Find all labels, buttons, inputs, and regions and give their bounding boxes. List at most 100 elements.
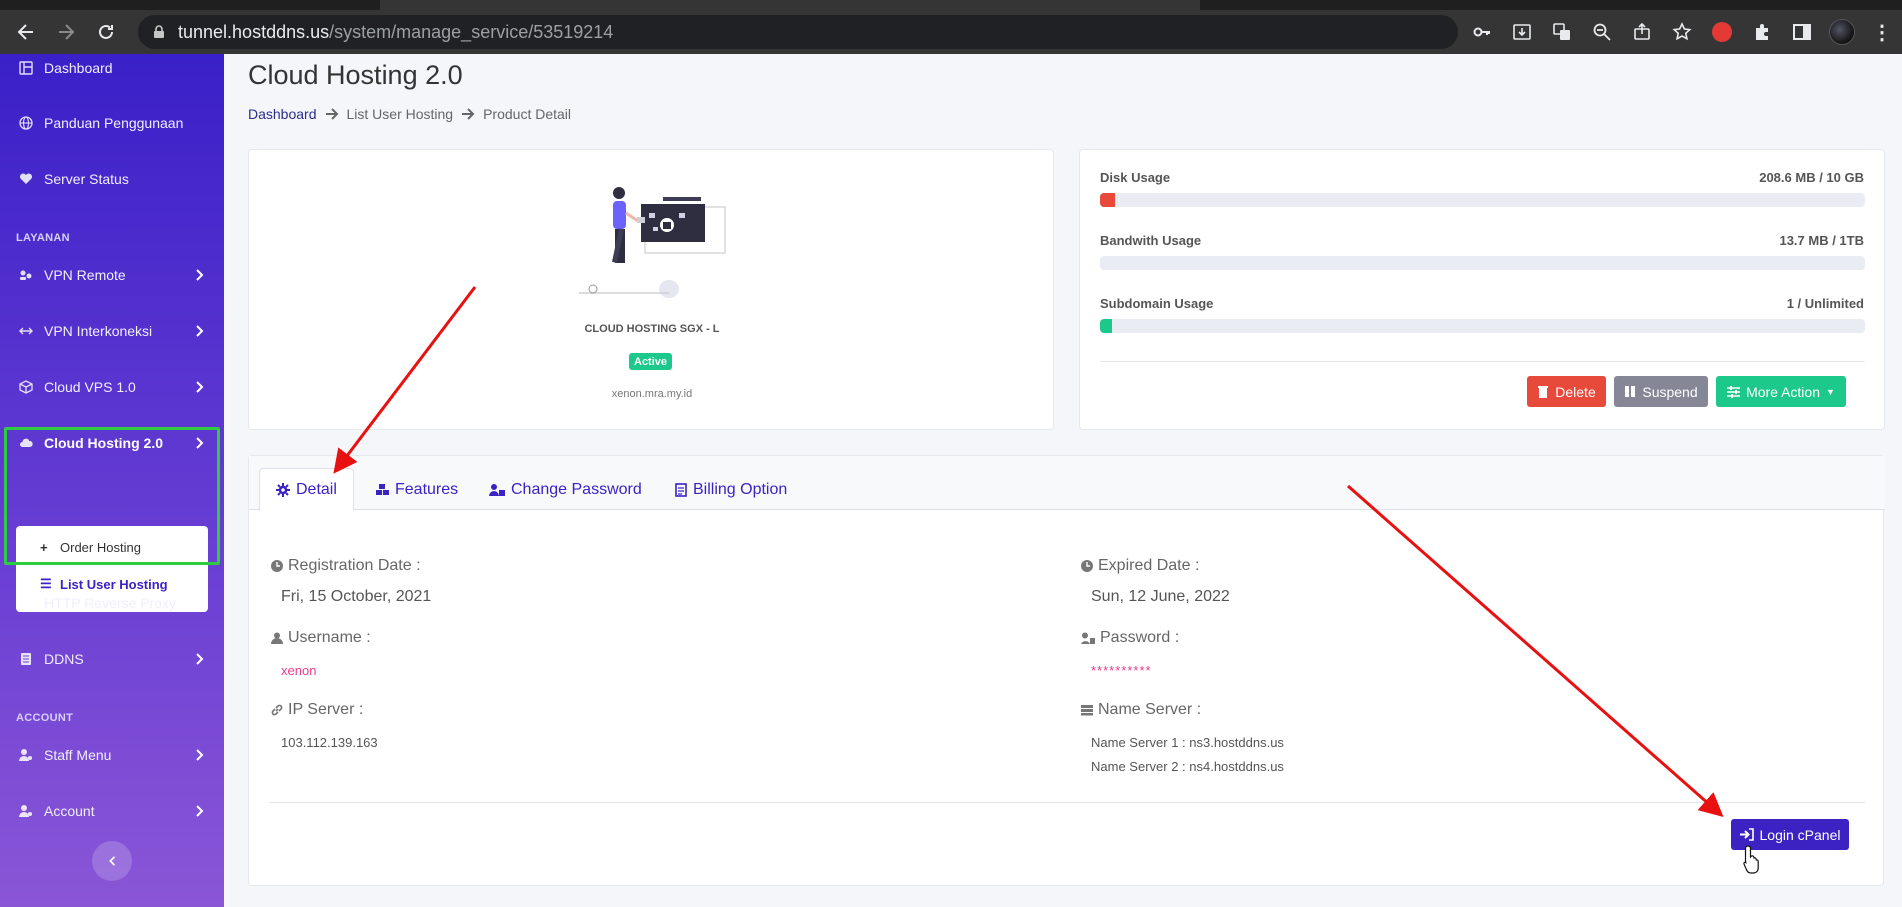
registration-date-label: Registration Date :	[271, 557, 421, 575]
caret-down-icon: ▼	[1826, 386, 1835, 397]
sidebar-item-cloud-vps[interactable]: Cloud VPS 1.0	[0, 367, 224, 407]
arrows-h-icon	[18, 323, 34, 339]
detail-tabs: Detail Features Change Password Billing …	[249, 456, 1885, 511]
zoom-out-icon[interactable]	[1582, 10, 1622, 54]
trash-icon	[1538, 386, 1549, 398]
sidebar-item-label: Staff Menu	[44, 747, 112, 763]
detail-card: Detail Features Change Password Billing …	[248, 455, 1885, 886]
login-cpanel-label: Login cPanel	[1759, 826, 1841, 843]
password-label: Password :	[1081, 629, 1179, 647]
forward-button[interactable]	[46, 10, 86, 54]
user-lock-icon	[489, 483, 505, 496]
subdomain-usage-fill	[1100, 319, 1112, 333]
server-icon	[18, 651, 34, 667]
status-badge: Active	[629, 353, 673, 370]
name-server-label: Name Server :	[1081, 701, 1201, 719]
field-label-text: IP Server :	[288, 701, 364, 718]
key-icon[interactable]	[1462, 10, 1502, 54]
disk-usage-fill	[1100, 193, 1116, 207]
registration-date-value: Fri, 15 October, 2021	[281, 588, 432, 605]
sidebar-item-label: Account	[44, 803, 95, 819]
page-title: Cloud Hosting 2.0	[248, 60, 463, 90]
delete-button[interactable]: Delete	[1527, 376, 1606, 407]
sidebar-item-staff-menu[interactable]: Staff Menu	[0, 735, 224, 775]
name-server-2-value: Name Server 2 : ns4.hostddns.us	[1091, 759, 1284, 774]
bandwidth-usage-bar	[1100, 256, 1865, 270]
sidebar-item-label: Server Status	[44, 171, 129, 187]
subdomain-usage-bar	[1100, 319, 1865, 333]
detail-divider	[269, 802, 1865, 803]
translate-icon[interactable]	[1542, 10, 1582, 54]
clock-icon	[1081, 560, 1093, 572]
chevron-right-icon	[196, 749, 204, 761]
sidebar-item-vpn-remote[interactable]: VPN Remote	[0, 255, 224, 295]
more-action-button[interactable]: More Action ▼	[1716, 376, 1846, 407]
active-browser-tab[interactable]	[380, 0, 1200, 10]
install-app-icon[interactable]	[1502, 10, 1542, 54]
breadcrumb-dashboard[interactable]: Dashboard	[248, 106, 317, 122]
branch-icon	[18, 595, 34, 611]
card-divider	[1100, 361, 1865, 362]
chevron-right-icon	[196, 805, 204, 817]
back-button[interactable]	[6, 10, 46, 54]
url-path: /system/manage_service/53519214	[329, 21, 614, 42]
browser-menu-icon[interactable]: ⋮	[1862, 10, 1902, 54]
sidebar-item-account[interactable]: Account	[0, 791, 224, 831]
suspend-button[interactable]: Suspend	[1614, 376, 1708, 407]
subdomain-usage-value: 1 / Unlimited	[1786, 296, 1864, 311]
tab-billing-option[interactable]: Billing Option	[675, 468, 787, 511]
extension-stop-icon[interactable]	[1702, 10, 1742, 54]
address-bar[interactable]: tunnel.hostddns.us/system/manage_service…	[138, 15, 1458, 49]
sidebar-item-dashboard[interactable]: Dashboard	[0, 54, 224, 82]
tab-label: Billing Option	[693, 480, 788, 498]
login-cpanel-button[interactable]: Login cPanel	[1731, 819, 1849, 850]
side-panel-icon[interactable]	[1782, 10, 1822, 54]
chevron-right-icon	[196, 325, 204, 337]
network-icon	[18, 267, 34, 283]
subdomain-usage-label: Subdomain Usage	[1100, 296, 1214, 311]
sidebar-item-label: HTTP Reverse Proxy	[44, 595, 176, 611]
sign-in-icon	[1739, 828, 1754, 841]
tab-detail[interactable]: Detail	[259, 468, 354, 511]
puzzle-icon[interactable]	[1742, 10, 1782, 54]
name-server-1-value: Name Server 1 : ns3.hostddns.us	[1091, 735, 1284, 750]
reload-button[interactable]	[86, 10, 126, 54]
sidebar-item-server-status[interactable]: Server Status	[0, 159, 224, 199]
user-lock-icon	[1081, 632, 1095, 644]
sidebar-item-vpn-interkoneksi[interactable]: VPN Interkoneksi	[0, 311, 224, 351]
field-label-text: Expired Date :	[1098, 557, 1200, 574]
expired-date-value: Sun, 12 June, 2022	[1091, 588, 1230, 605]
username-label: Username :	[271, 629, 371, 647]
link-icon	[271, 704, 283, 716]
tab-label: Change Password	[511, 480, 642, 498]
delete-button-label: Delete	[1555, 383, 1596, 400]
expired-date-label: Expired Date :	[1081, 557, 1199, 575]
section-heading-layanan: LAYANAN	[16, 232, 70, 244]
chevron-left-icon	[109, 856, 116, 866]
more-action-button-label: More Action	[1746, 383, 1820, 400]
sidebar-item-http-reverse-proxy[interactable]: HTTP Reverse Proxy	[0, 583, 224, 623]
breadcrumb-list-user-hosting[interactable]: List User Hosting	[347, 106, 454, 122]
cubes-icon	[376, 483, 389, 495]
star-icon[interactable]	[1662, 10, 1702, 54]
invoice-icon	[675, 482, 687, 497]
disk-usage-label: Disk Usage	[1100, 170, 1171, 185]
tab-features[interactable]: Features	[375, 468, 458, 511]
sidebar-item-ddns[interactable]: DDNS	[0, 639, 224, 679]
field-label-text: Registration Date :	[288, 557, 421, 574]
section-heading-account: ACCOUNT	[16, 712, 74, 724]
tab-change-password[interactable]: Change Password	[489, 468, 642, 511]
share-icon[interactable]	[1622, 10, 1662, 54]
ip-server-label: IP Server :	[271, 701, 363, 719]
usage-card: Disk Usage 208.6 MB / 10 GB Bandwith Usa…	[1079, 149, 1885, 430]
tab-label: Detail	[296, 480, 337, 498]
sidebar-item-panduan[interactable]: Panduan Penggunaan	[0, 103, 224, 143]
tab-label: Features	[395, 480, 459, 498]
sidebar-collapse-button[interactable]	[92, 841, 132, 881]
breadcrumb: Dashboard List User Hosting Product Deta…	[248, 106, 571, 122]
heart-icon	[18, 171, 34, 187]
user-cog-icon	[18, 803, 34, 819]
disk-usage-bar	[1100, 193, 1865, 207]
sidebar-item-label: Cloud VPS 1.0	[44, 379, 136, 395]
profile-avatar[interactable]	[1822, 10, 1862, 54]
